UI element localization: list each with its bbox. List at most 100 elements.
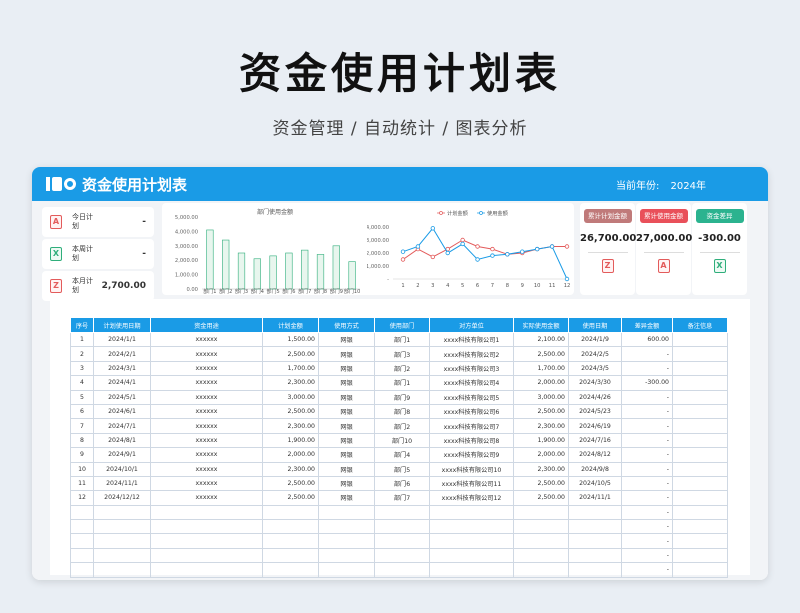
table-row[interactable]: 10 2024/10/1 xxxxxx 2,300.00 网银 部门5 xxxx科技有限公司…: [70, 461, 728, 477]
table-cell[interactable]: xxxxxx: [150, 375, 263, 391]
table-row[interactable]: 12 2024/12/12 xxxxxx 2,500.00 网银 部门7 xxxx科技有限公…: [70, 490, 728, 506]
table-cell[interactable]: [374, 547, 430, 564]
table-row[interactable]: 5 2024/5/1 xxxxxx 3,000.00 网银 部门9 xxxx科技有限公司5 3…: [70, 389, 728, 405]
table-row[interactable]: -: [70, 519, 728, 535]
table-cell[interactable]: 部门7: [374, 490, 430, 506]
column-header[interactable]: 序号: [70, 317, 94, 333]
table-cell[interactable]: [70, 504, 94, 521]
table-cell[interactable]: -: [621, 547, 673, 564]
table-cell[interactable]: xxxx科技有限公司9: [429, 447, 514, 463]
table-cell[interactable]: xxxxxx: [150, 418, 263, 434]
table-cell[interactable]: xxxxxx: [150, 432, 263, 449]
table-cell[interactable]: xxxxxx: [150, 475, 263, 492]
table-cell[interactable]: [672, 346, 728, 362]
table-cell[interactable]: 网银: [318, 331, 375, 348]
table-cell[interactable]: -: [621, 403, 673, 420]
table-cell[interactable]: 2,500.00: [513, 403, 569, 420]
table-cell[interactable]: 部门4: [374, 447, 430, 463]
table-cell[interactable]: 部门8: [374, 403, 430, 420]
table-cell[interactable]: 6: [70, 403, 94, 420]
bar[interactable]: [332, 245, 340, 290]
table-row[interactable]: -: [70, 547, 728, 564]
table-cell[interactable]: 2,000.00: [262, 447, 319, 463]
table-cell[interactable]: 2,500.00: [262, 490, 319, 506]
table-cell[interactable]: 2024/2/1: [93, 346, 151, 362]
table-cell[interactable]: [70, 562, 94, 578]
table-cell[interactable]: [374, 533, 430, 549]
table-cell[interactable]: [93, 533, 151, 549]
table-cell[interactable]: 2024/10/1: [93, 461, 151, 477]
table-cell[interactable]: 2,500.00: [513, 490, 569, 506]
table-cell[interactable]: [672, 403, 728, 420]
table-cell[interactable]: 2024/1/1: [93, 331, 151, 348]
column-header[interactable]: 使用方式: [318, 317, 375, 333]
table-cell[interactable]: [672, 447, 728, 463]
table-cell[interactable]: 部门9: [374, 389, 430, 405]
column-header[interactable]: 计划金额: [262, 317, 319, 333]
column-header[interactable]: 实际使用金额: [513, 317, 569, 333]
table-cell[interactable]: [513, 547, 569, 564]
column-header[interactable]: 备注信息: [672, 317, 728, 333]
table-cell[interactable]: [672, 389, 728, 405]
table-cell[interactable]: 2024/3/1: [93, 360, 151, 377]
data-point[interactable]: [520, 249, 525, 254]
table-cell[interactable]: 部门6: [374, 475, 430, 492]
bar[interactable]: [206, 229, 214, 290]
table-cell[interactable]: -300.00: [621, 375, 673, 391]
data-point[interactable]: [534, 246, 540, 252]
table-row[interactable]: 1 2024/1/1 xxxxxx 1,500.00 网银 部门1 xxxx科技有限公司1 2…: [70, 331, 728, 348]
table-row[interactable]: 4 2024/4/1 xxxxxx 2,300.00 网银 部门1 xxxx科技有限公司4 2…: [70, 375, 728, 391]
table-cell[interactable]: [93, 547, 151, 564]
table-cell[interactable]: 2,300.00: [262, 461, 319, 477]
table-cell[interactable]: 5: [70, 389, 94, 405]
data-point[interactable]: [475, 257, 480, 262]
table-cell[interactable]: [150, 519, 263, 535]
data-point[interactable]: [415, 244, 421, 249]
data-point[interactable]: [445, 250, 450, 256]
table-cell[interactable]: [150, 562, 263, 578]
table-cell[interactable]: [262, 547, 319, 564]
table-cell[interactable]: 2024/4/26: [568, 389, 622, 405]
table-cell[interactable]: 2024/5/23: [568, 403, 622, 420]
table-cell[interactable]: -: [621, 475, 673, 492]
bar[interactable]: [222, 239, 230, 290]
table-cell[interactable]: 2024/1/9: [568, 331, 622, 348]
table-cell[interactable]: [70, 533, 94, 549]
table-cell[interactable]: 2,500.00: [262, 475, 319, 492]
table-cell[interactable]: 3,000.00: [262, 389, 319, 405]
table-cell[interactable]: 2024/8/12: [568, 447, 622, 463]
table-row[interactable]: -: [70, 562, 728, 578]
table-cell[interactable]: [429, 519, 514, 535]
table-cell[interactable]: 2,300.00: [513, 418, 569, 434]
table-cell[interactable]: xxxx科技有限公司3: [429, 360, 514, 377]
table-cell[interactable]: xxxx科技有限公司10: [429, 461, 514, 477]
table-row[interactable]: -: [70, 504, 728, 521]
table-cell[interactable]: 网银: [318, 346, 375, 362]
table-cell[interactable]: -: [621, 519, 673, 535]
column-header[interactable]: 计划使用日期: [93, 317, 151, 333]
table-cell[interactable]: [318, 519, 375, 535]
table-row[interactable]: 3 2024/3/1 xxxxxx 1,700.00 网银 部门2 xxxx科技有限公司3 1…: [70, 360, 728, 377]
table-cell[interactable]: [318, 562, 375, 578]
table-row[interactable]: 9 2024/9/1 xxxxxx 2,000.00 网银 部门4 xxxx科技有限公司9 2…: [70, 447, 728, 463]
table-cell[interactable]: 2,300.00: [513, 461, 569, 477]
table-cell[interactable]: 2024/3/5: [568, 360, 622, 377]
table-cell[interactable]: 2024/4/1: [93, 375, 151, 391]
table-cell[interactable]: 2024/9/8: [568, 461, 622, 477]
table-cell[interactable]: 部门1: [374, 331, 430, 348]
table-cell[interactable]: [568, 562, 622, 578]
table-cell[interactable]: [672, 331, 728, 348]
table-row[interactable]: 8 2024/8/1 xxxxxx 1,900.00 网银 部门10 xxxx科技有限公司8…: [70, 432, 728, 449]
table-cell[interactable]: [513, 519, 569, 535]
column-header[interactable]: 使用日期: [568, 317, 622, 333]
table-cell[interactable]: 2024/8/1: [93, 432, 151, 449]
table-cell[interactable]: 2,500.00: [513, 346, 569, 362]
table-cell[interactable]: 2,000.00: [513, 447, 569, 463]
table-cell[interactable]: 网银: [318, 375, 375, 391]
table-cell[interactable]: 1,900.00: [513, 432, 569, 449]
table-cell[interactable]: [513, 562, 569, 578]
table-cell[interactable]: [70, 519, 94, 535]
table-cell[interactable]: [672, 562, 728, 578]
table-cell[interactable]: 2: [70, 346, 94, 362]
table-cell[interactable]: [429, 562, 514, 578]
